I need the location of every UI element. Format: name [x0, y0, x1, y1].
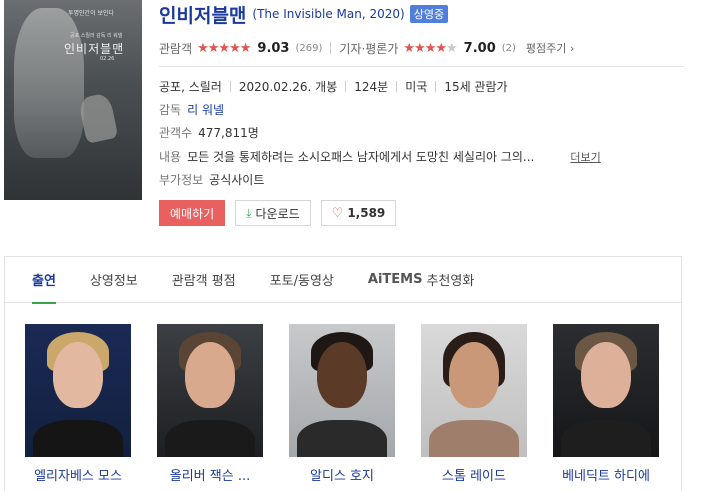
like-count: 1,589 [347, 206, 386, 220]
cast-item[interactable]: 엘리자베스 모스 [25, 324, 131, 484]
critic-score: 7.00 [463, 40, 496, 56]
title-row: 인비저블맨 (The Invisible Man, 2020) 상영중 [159, 0, 689, 28]
tab-bar: 출연 상영정보 관람객 평점 포토/동영상 AiTEMS 추천영화 [5, 257, 681, 304]
tab-cast[interactable]: 출연 [32, 257, 56, 304]
synopsis-row: 내용 모든 것을 통제하려는 소시오패스 남자에게서 도망친 세실리아 그의..… [159, 148, 601, 165]
divider [345, 81, 347, 92]
synopsis-text: 모든 것을 통제하려는 소시오패스 남자에게서 도망친 세실리아 그의... [187, 150, 535, 164]
actor-photo[interactable] [289, 324, 395, 457]
divider [435, 81, 437, 92]
movie-spec-row: 공포, 스릴러 2020.02.26. 개봉 124분 미국 15세 관람가 [159, 78, 508, 95]
official-site-link[interactable]: 공식사이트 [209, 171, 264, 188]
movie-original-title: (The Invisible Man, 2020) [252, 7, 405, 21]
extra-info-row: 부가정보 공식사이트 [159, 171, 264, 188]
movie-poster[interactable]: 투명인간이 보인다 공포 스릴러 감독 리 워넬 인비저블맨 02.26 [4, 0, 142, 200]
audience-count-value: 477,811명 [198, 126, 259, 140]
status-badge: 상영중 [409, 5, 449, 23]
director-link[interactable]: 리 워넬 [187, 101, 224, 118]
cast-list: 엘리자베스 모스 올리버 잭슨 ... 알디스 호지 스톰 레이드 베네딕트 하… [25, 324, 685, 484]
release-date[interactable]: 2020.02.26. 개봉 [239, 78, 337, 95]
section-divider [159, 66, 684, 67]
like-button[interactable]: ♡ 1,589 [320, 200, 397, 226]
audience-stars: ★★★★★ [197, 40, 251, 56]
heart-icon: ♡ [331, 205, 344, 221]
reserve-button[interactable]: 예매하기 [159, 200, 226, 226]
divider [396, 81, 398, 92]
actor-photo[interactable] [25, 324, 131, 457]
action-buttons: 예매하기 ⤓ 다운로드 ♡ 1,589 [159, 200, 397, 226]
age-rating[interactable]: 15세 관람가 [444, 78, 507, 95]
genre[interactable]: 공포, 스릴러 [159, 78, 222, 95]
cast-item[interactable]: 스톰 레이드 [421, 324, 527, 484]
poster-subtext: 공포 스릴러 감독 리 워넬 [70, 33, 123, 39]
chevron-right-icon: › [569, 42, 575, 55]
actor-name[interactable]: 알디스 호지 [289, 465, 395, 484]
runtime: 124분 [354, 80, 389, 94]
poster-handprint-image [77, 92, 119, 144]
divider [330, 42, 332, 54]
tab-showtimes[interactable]: 상영정보 [90, 257, 138, 303]
poster-title: 인비저블맨 [64, 42, 125, 56]
audience-count: (269) [295, 42, 323, 54]
movie-info: 인비저블맨 (The Invisible Man, 2020) 상영중 관람객 … [159, 0, 689, 226]
cast-item[interactable]: 올리버 잭슨 ... [157, 324, 263, 484]
divider [229, 81, 231, 92]
audience-count-label: 관객수 [159, 126, 193, 140]
download-button[interactable]: ⤓ 다운로드 [235, 200, 311, 226]
poster-face-image [14, 8, 84, 158]
director-label: 감독 [159, 103, 182, 117]
director-row: 감독 리 워넬 [159, 101, 224, 118]
movie-tab-panel: 출연 상영정보 관람객 평점 포토/동영상 AiTEMS 추천영화 엘리자베스 … [4, 256, 682, 491]
rating-row: 관람객 ★★★★★ 9.03 (269) 기자·평론가 ★★★★★ 7.00 (… [159, 37, 689, 59]
actor-name[interactable]: 올리버 잭슨 ... [157, 465, 263, 484]
rate-movie-link[interactable]: 평점주기 › [526, 40, 574, 56]
movie-title[interactable]: 인비저블맨 [159, 1, 246, 28]
cast-item[interactable]: 알디스 호지 [289, 324, 395, 484]
aitems-logo: AiTEMS [367, 272, 423, 287]
critic-count: (2) [501, 42, 516, 54]
audience-score: 9.03 [257, 40, 290, 56]
cast-item[interactable]: 베네딕트 하디에 [553, 324, 659, 484]
actor-name[interactable]: 스톰 레이드 [421, 465, 527, 484]
actor-name[interactable]: 엘리자베스 모스 [25, 465, 131, 484]
actor-name[interactable]: 베네딕트 하디에 [553, 465, 659, 484]
critic-rating-label: 기자·평론가 [339, 41, 399, 56]
actor-photo[interactable] [553, 324, 659, 457]
poster-tagline: 투명인간이 보인다 [68, 10, 115, 17]
tab-photo-video[interactable]: 포토/동영상 [270, 257, 334, 303]
synopsis-label: 내용 [159, 150, 182, 164]
tab-recommended[interactable]: AiTEMS 추천영화 [368, 257, 474, 303]
tab-audience-reviews[interactable]: 관람객 평점 [172, 257, 236, 303]
actor-photo[interactable] [421, 324, 527, 457]
download-icon: ⤓ [246, 205, 252, 220]
audience-count-row: 관객수 477,811명 [159, 124, 259, 141]
poster-date: 02.26 [100, 56, 115, 62]
more-link[interactable]: 더보기 [570, 149, 600, 165]
critic-stars: ★★★★★ [403, 40, 457, 56]
extra-info-label: 부가정보 [159, 173, 204, 187]
actor-photo[interactable] [157, 324, 263, 457]
country[interactable]: 미국 [405, 78, 427, 95]
audience-rating-label: 관람객 [159, 41, 193, 56]
